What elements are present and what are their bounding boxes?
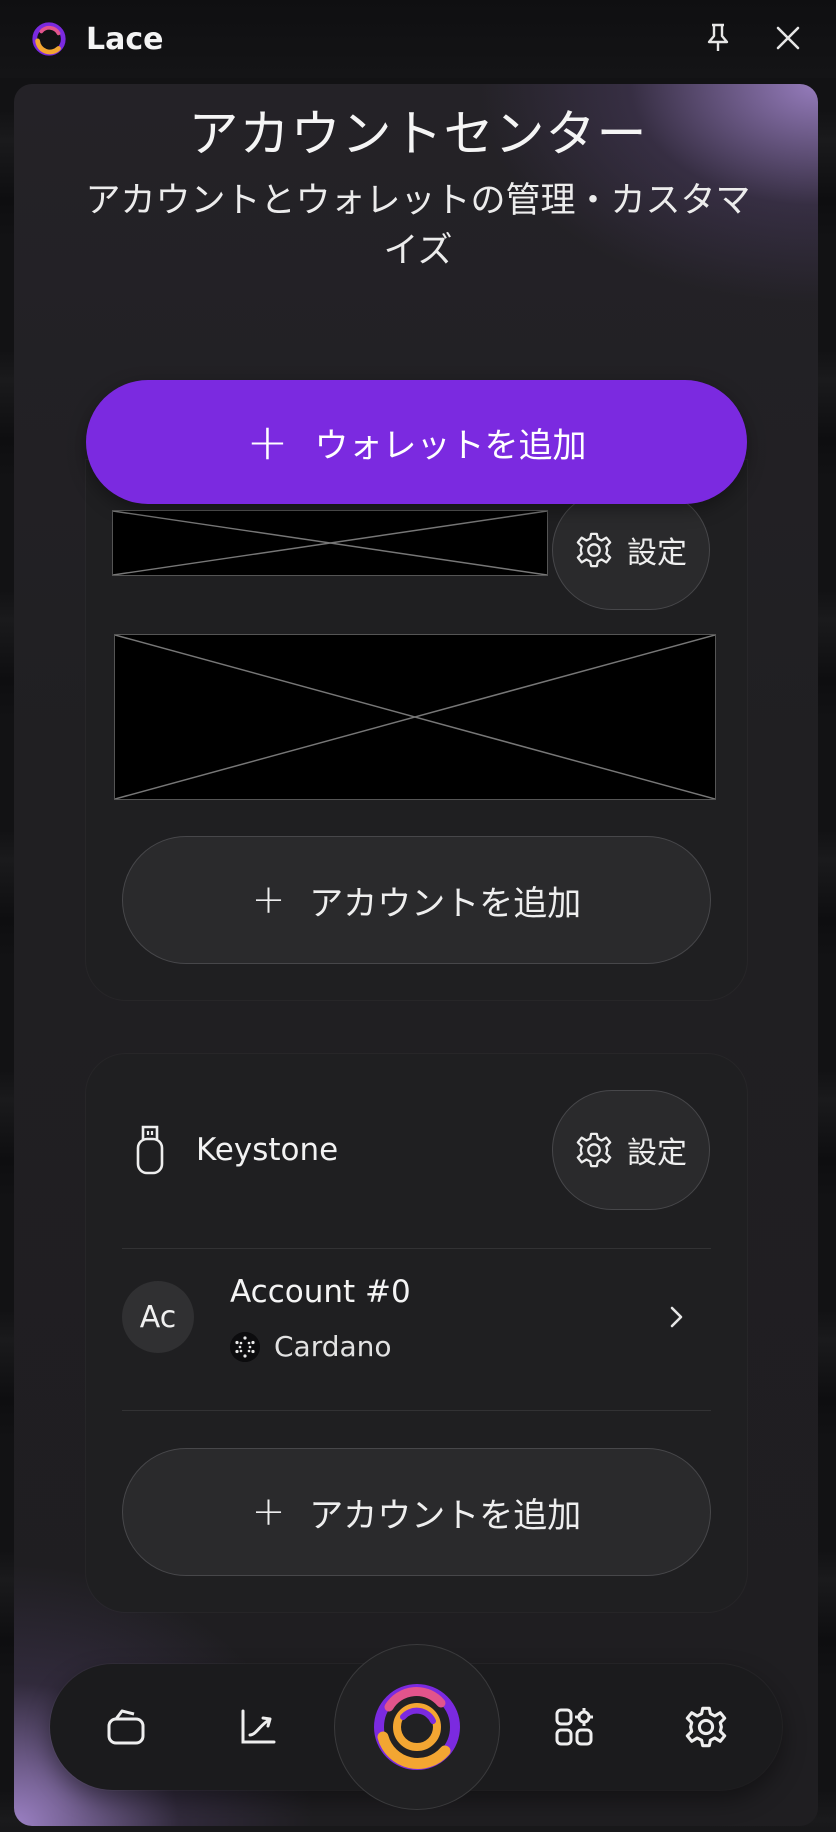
page-title: アカウントセンター: [188, 105, 648, 163]
page-subtitle: アカウントとウォレットの管理・カスタマイズ: [85, 181, 751, 271]
apps-icon: [555, 1708, 593, 1746]
wallet-card: 設定 + アカウントを追加: [86, 460, 747, 1000]
nav-home-button[interactable]: [334, 1644, 500, 1810]
nav-settings-button[interactable]: [676, 1697, 736, 1757]
wallet-icon: [107, 1709, 145, 1745]
hardware-wallet-card: Keystone 設定 Ac Account #0 Cardano + アカウン…: [86, 1054, 747, 1612]
app-title: Lace: [86, 21, 164, 57]
wallet-name-placeholder: [112, 510, 548, 576]
chevron-right-icon: [670, 1306, 683, 1328]
pin-icon: [707, 23, 729, 51]
account-row[interactable]: Ac Account #0 Cardano: [122, 1246, 711, 1388]
close-button[interactable]: [768, 18, 808, 58]
add-account-label: アカウントを追加: [309, 1495, 582, 1536]
wallet-settings-button[interactable]: 設定: [552, 1090, 710, 1210]
lace-logo-icon: [32, 22, 66, 56]
pin-button[interactable]: [698, 18, 738, 58]
wallet-settings-button[interactable]: 設定: [552, 490, 710, 610]
add-account-button[interactable]: + アカウントを追加: [122, 836, 711, 964]
add-wallet-label: ウォレットを追加: [314, 425, 587, 466]
activity-icon: [241, 1709, 276, 1744]
settings-label: 設定: [627, 1136, 687, 1171]
account-name: Account #0: [230, 1274, 411, 1310]
add-account-button[interactable]: + アカウントを追加: [122, 1448, 711, 1576]
device-name: Keystone: [196, 1132, 339, 1168]
plus-icon: +: [246, 413, 289, 471]
network-name: Cardano: [274, 1330, 392, 1363]
nav-wallet-button[interactable]: [96, 1697, 156, 1757]
gear-icon: [575, 531, 613, 569]
settings-icon: [685, 1706, 727, 1748]
lace-logo-icon: [374, 1684, 460, 1770]
account-list-placeholder: [114, 634, 716, 800]
add-account-label: アカウントを追加: [309, 883, 582, 924]
divider: [122, 1410, 711, 1411]
title-bar: Lace: [0, 0, 836, 78]
plus-icon: +: [251, 877, 286, 923]
add-wallet-button[interactable]: + ウォレットを追加: [86, 380, 747, 504]
cardano-icon: [230, 1332, 260, 1362]
usb-key-icon: [136, 1125, 164, 1175]
close-icon: [776, 26, 800, 50]
avatar: Ac: [122, 1281, 194, 1353]
settings-label: 設定: [627, 536, 687, 571]
gear-icon: [575, 1131, 613, 1169]
plus-icon: +: [251, 1489, 286, 1535]
nav-apps-button[interactable]: [544, 1697, 604, 1757]
nav-activity-button[interactable]: [228, 1697, 288, 1757]
